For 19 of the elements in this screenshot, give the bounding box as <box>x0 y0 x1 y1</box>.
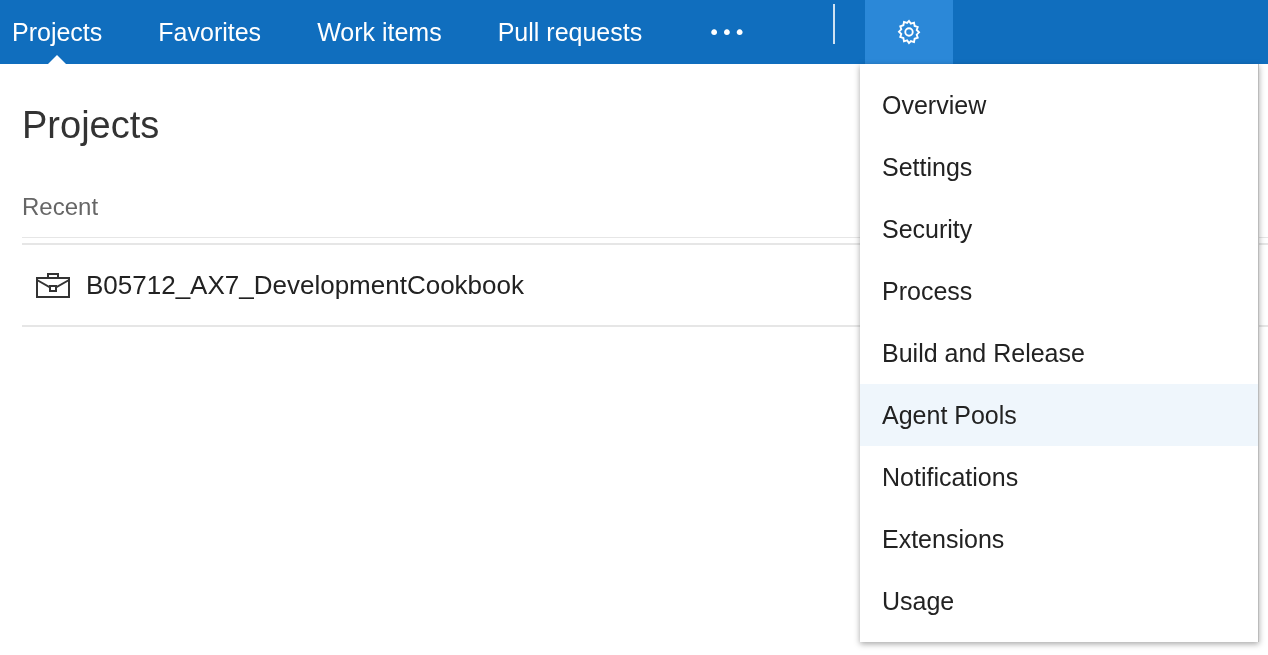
menu-item[interactable]: Settings <box>860 136 1258 198</box>
briefcase-icon <box>36 272 70 298</box>
menu-item[interactable]: Build and Release <box>860 322 1258 384</box>
menu-item[interactable]: Process <box>860 260 1258 322</box>
menu-item[interactable]: Agent Pools <box>860 384 1258 446</box>
nav-tab[interactable]: Projects <box>0 0 115 64</box>
nav-tab[interactable]: Favorites <box>146 0 274 64</box>
menu-item[interactable]: Extensions <box>860 508 1258 570</box>
menu-item[interactable]: Usage <box>860 570 1258 632</box>
menu-item[interactable]: Security <box>860 198 1258 260</box>
project-link[interactable]: B05712_AX7_DevelopmentCookbook <box>86 269 524 301</box>
more-button[interactable]: ••• <box>696 0 759 64</box>
settings-button[interactable] <box>864 0 953 64</box>
nav-tab[interactable]: Pull requests <box>485 0 655 64</box>
menu-item[interactable]: Notifications <box>860 446 1258 508</box>
section-heading: Recent <box>22 193 99 220</box>
nav-tab[interactable]: Work items <box>305 0 454 64</box>
menu-item[interactable]: Overview <box>860 74 1258 136</box>
page-title: Projects <box>22 104 160 147</box>
